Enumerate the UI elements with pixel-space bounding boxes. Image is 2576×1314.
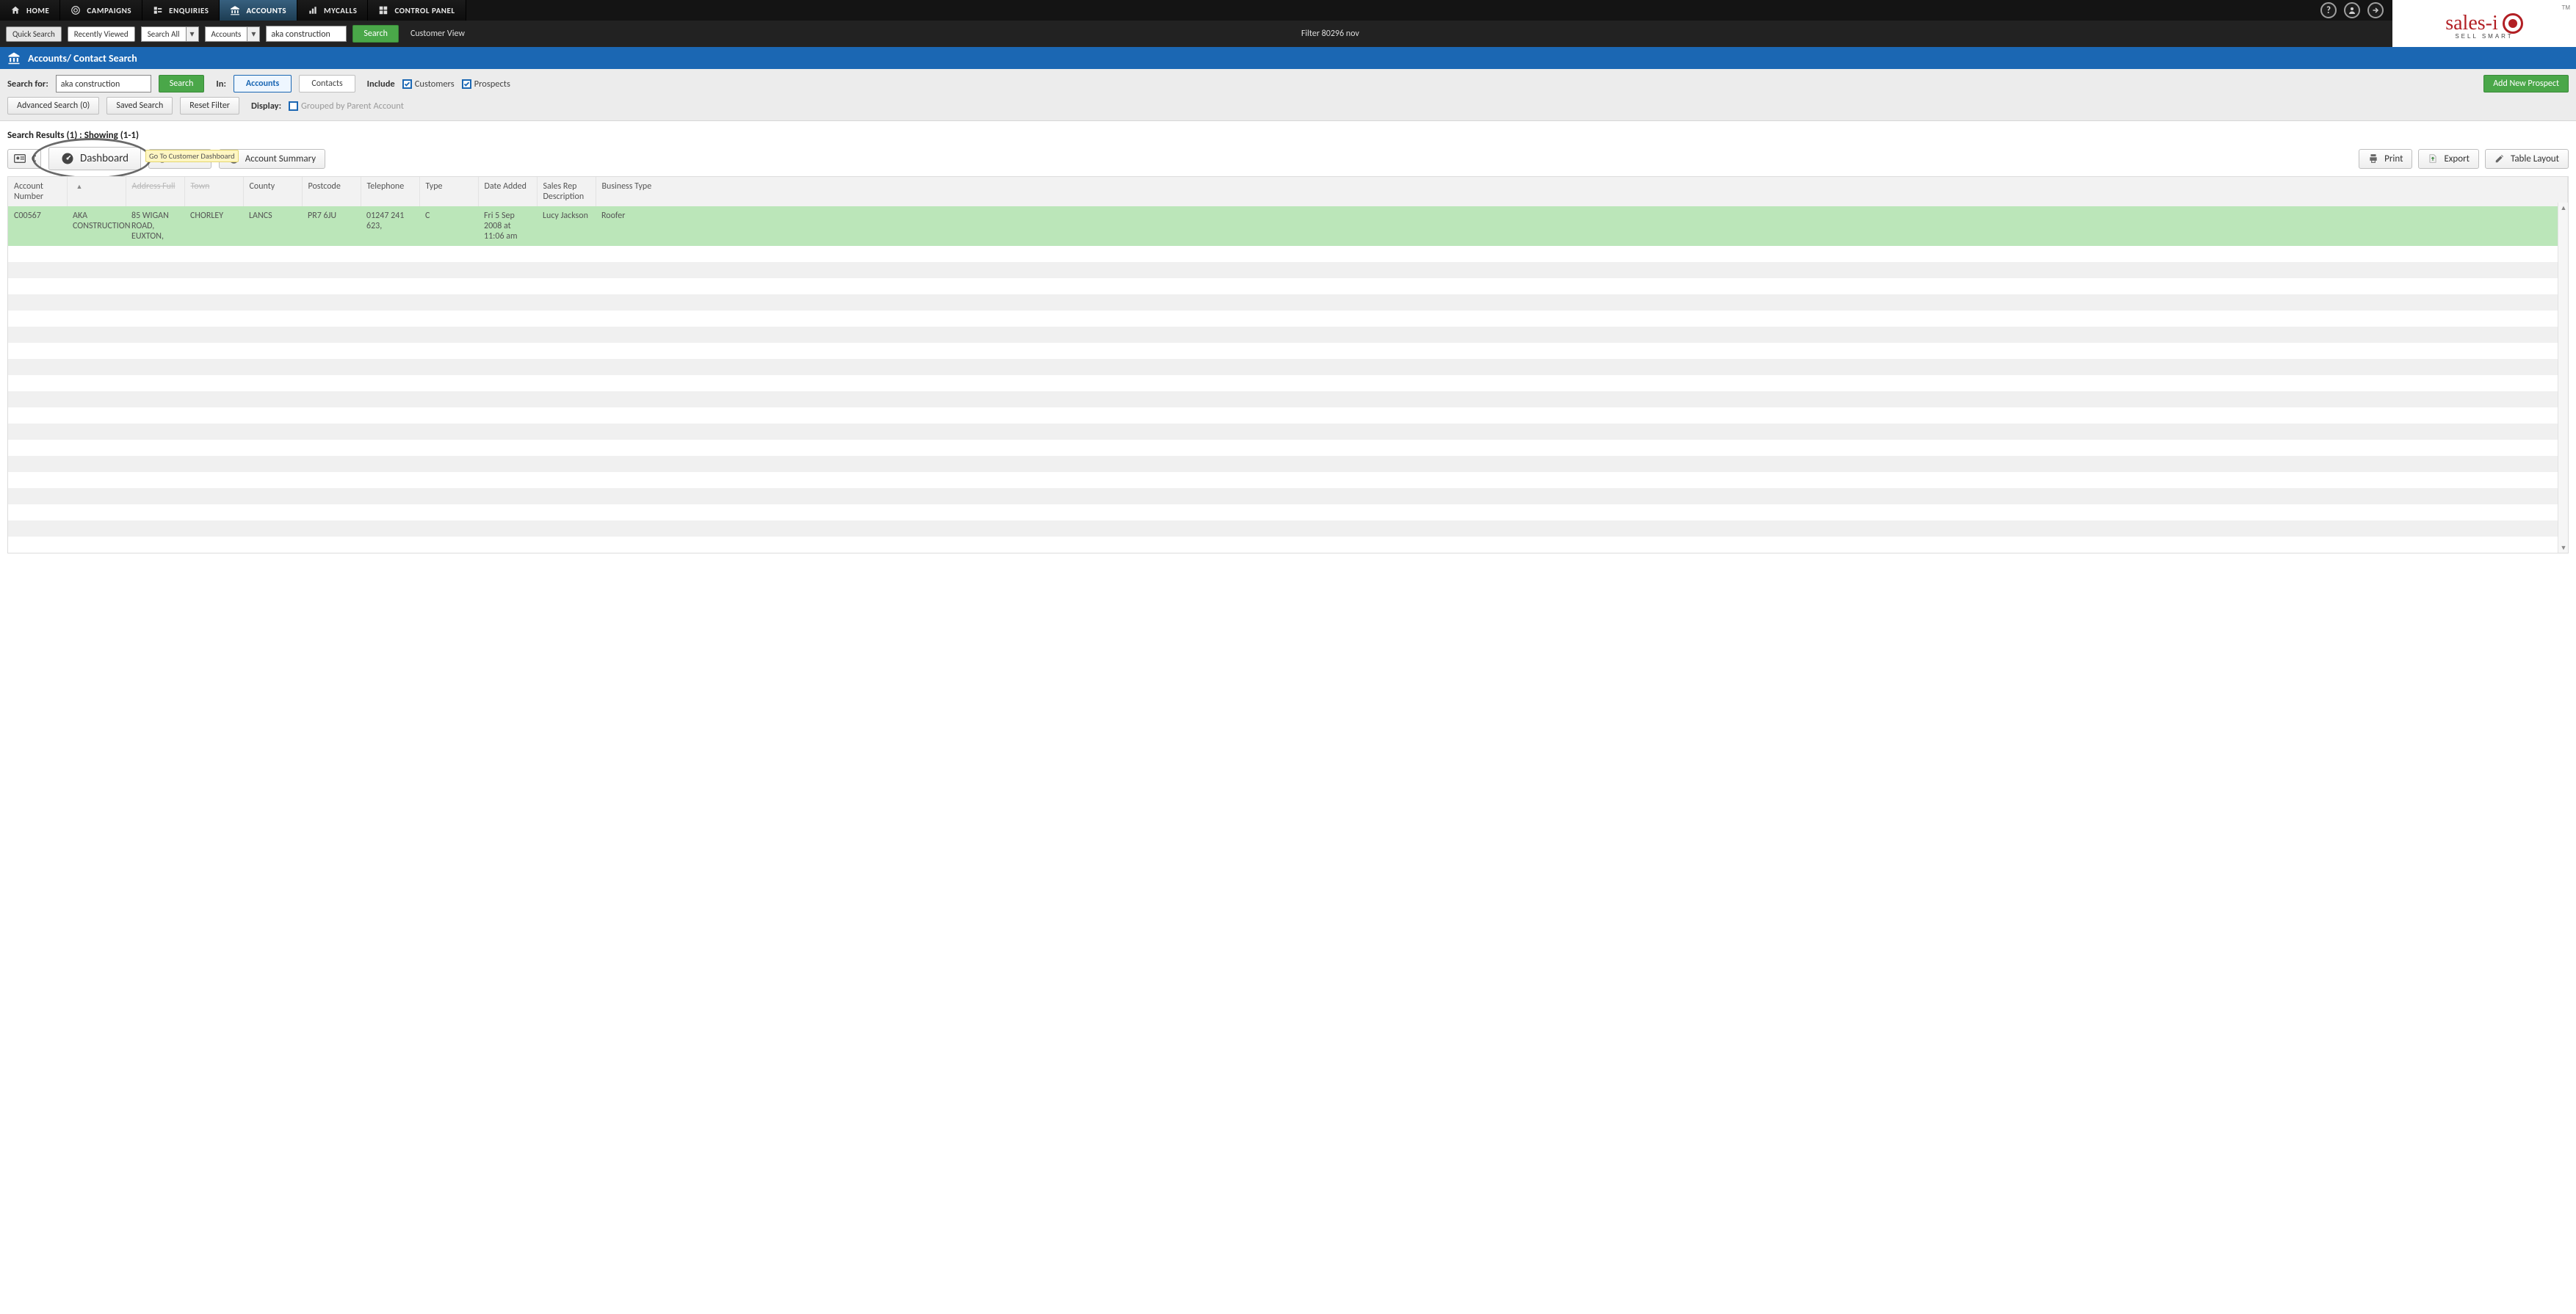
target-icon [70, 5, 81, 15]
dashboard-tooltip: Go To Customer Dashboard [145, 150, 239, 162]
col-town[interactable]: Town [184, 177, 243, 206]
cell-business-type: Roofer [596, 206, 2568, 246]
search-for-label: Search for: [7, 79, 48, 90]
table-row[interactable]: C00567 AKA CONSTRUCTION 85 WIGAN ROAD, E… [8, 206, 2568, 246]
nav-label: HOME [26, 6, 49, 15]
print-button[interactable]: Print [2359, 149, 2412, 169]
page-title-bar: Accounts/ Contact Search [0, 47, 2576, 69]
nav-label: CONTROL PANEL [394, 6, 455, 15]
home-icon [10, 5, 21, 15]
id-card-icon [14, 154, 26, 163]
in-contacts-toggle[interactable]: Contacts [299, 75, 355, 92]
active-filter-label: Filter 80296 nov [1301, 29, 1359, 39]
cell-telephone: 01247 241 623, [361, 206, 419, 246]
nav-control-panel[interactable]: CONTROL PANEL [368, 0, 466, 21]
in-accounts-toggle[interactable]: Accounts [234, 75, 292, 92]
cell-county: LANCS [243, 206, 302, 246]
nav-label: MYCALLS [324, 6, 357, 15]
nav-label: ACCOUNTS [246, 6, 286, 15]
search-button[interactable]: Search [159, 75, 205, 92]
cell-date-added: Fri 5 Sep 2008 at 11:06 am [478, 206, 537, 246]
chevron-down-icon: ▾ [186, 26, 199, 42]
scrollbar[interactable]: ▲ ▼ [2558, 203, 2568, 553]
export-button[interactable]: Export [2418, 149, 2479, 169]
cell-type: C [419, 206, 478, 246]
entity-select[interactable]: Accounts ▾ [205, 26, 261, 42]
add-new-prospect-button[interactable]: Add New Prospect [2483, 75, 2569, 92]
crm-button[interactable]: CRM [7, 149, 41, 169]
col-telephone[interactable]: Telephone [361, 177, 419, 206]
results-toolbar: CRM Dashboard Go To Customer Dashboard i… [7, 147, 2569, 170]
bank-icon [230, 5, 240, 15]
grid-icon [378, 5, 388, 15]
table-layout-button[interactable]: Table Layout [2485, 149, 2569, 169]
result-count-label: Search Results (1) : Showing (1-1) [7, 130, 2569, 141]
nav-label: ENQUIRIES [169, 6, 209, 15]
in-label: In: [216, 79, 226, 90]
customer-view-link[interactable]: Customer View [410, 29, 465, 39]
nav-enquiries[interactable]: ENQUIRIES [142, 0, 220, 21]
quick-search-input[interactable]: aka construction [266, 26, 347, 42]
cell-address: 85 WIGAN ROAD, EUXTON, [126, 206, 184, 246]
search-input[interactable]: aka construction [56, 75, 151, 92]
page-title: Accounts/ Contact Search [28, 52, 137, 65]
saved-search-button[interactable]: Saved Search [106, 97, 173, 115]
cell-sales-rep: Lucy Jackson [537, 206, 596, 246]
search-scope-select[interactable]: Search All ▾ [141, 26, 199, 42]
forward-button[interactable] [2367, 2, 2384, 18]
cell-name: AKA CONSTRUCTION [67, 206, 126, 246]
display-label: Display: [251, 101, 281, 112]
quick-search-submit[interactable]: Search [352, 25, 399, 43]
results-table: Account Number ▲ Name Address Full Town … [7, 176, 2569, 553]
col-sales-rep[interactable]: Sales Rep Description [537, 177, 596, 206]
pencil-icon [2494, 153, 2505, 164]
reset-filter-button[interactable]: Reset Filter [180, 97, 239, 115]
col-postcode[interactable]: Postcode [302, 177, 361, 206]
grouped-checkbox[interactable]: Grouped by Parent Account [289, 101, 404, 112]
col-date-added[interactable]: Date Added [478, 177, 537, 206]
export-icon [2428, 153, 2438, 164]
gauge-icon [61, 152, 74, 165]
cell-account: C00567 [8, 206, 67, 246]
dashboard-button[interactable]: Dashboard [48, 147, 141, 170]
col-county[interactable]: County [243, 177, 302, 206]
brand-target-icon [2503, 13, 2523, 34]
bank-icon [7, 51, 21, 65]
cell-town: CHORLEY [184, 206, 243, 246]
recently-viewed-button[interactable]: Recently Viewed [68, 26, 135, 42]
col-account-number[interactable]: Account Number [8, 177, 67, 206]
search-panel: Search for: aka construction Search In: … [0, 69, 2576, 121]
quick-search-bar: Quick Search Recently Viewed Search All … [0, 21, 2392, 47]
main-nav: HOME CAMPAIGNS ENQUIRIES [0, 0, 2392, 21]
print-icon [2368, 153, 2378, 164]
empty-rows [8, 246, 2568, 553]
brand-logo: sales-i SELL SMART TM [2392, 0, 2576, 47]
nav-mycalls[interactable]: MYCALLS [297, 0, 368, 21]
user-button[interactable] [2344, 2, 2360, 18]
include-prospects-checkbox[interactable]: Prospects [462, 79, 510, 90]
chevron-down-icon: ▾ [247, 26, 260, 42]
table-header-row: Account Number ▲ Name Address Full Town … [8, 177, 2568, 206]
scroll-down-icon[interactable]: ▼ [2558, 542, 2569, 553]
advanced-search-button[interactable]: Advanced Search (0) [7, 97, 99, 115]
include-customers-checkbox[interactable]: Customers [402, 79, 455, 90]
col-address[interactable]: Address Full [126, 177, 184, 206]
include-label: Include [367, 79, 395, 90]
nav-accounts[interactable]: ACCOUNTS [220, 0, 297, 21]
col-name[interactable]: ▲ Name [67, 177, 126, 206]
nav-campaigns[interactable]: CAMPAIGNS [60, 0, 142, 21]
col-business-type[interactable]: Business Type [596, 177, 2568, 206]
scroll-up-icon[interactable]: ▲ [2558, 203, 2569, 213]
enquiries-icon [153, 5, 163, 15]
chart-icon [308, 5, 318, 15]
nav-home[interactable]: HOME [0, 0, 60, 21]
help-button[interactable]: ? [2320, 2, 2337, 18]
col-type[interactable]: Type [419, 177, 478, 206]
cell-postcode: PR7 6JU [302, 206, 361, 246]
nav-label: CAMPAIGNS [87, 6, 131, 15]
quick-search-button[interactable]: Quick Search [6, 26, 62, 42]
